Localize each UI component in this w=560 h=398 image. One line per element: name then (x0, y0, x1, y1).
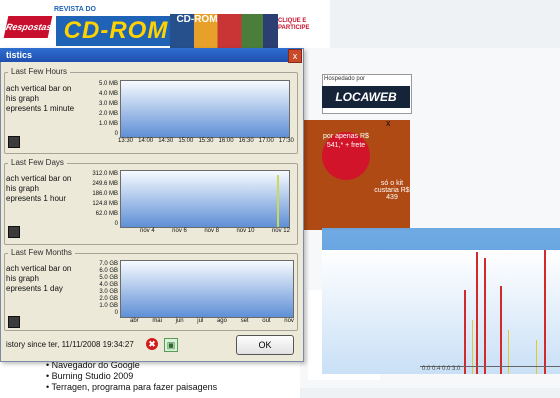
group-title: Last Few Hours (8, 67, 71, 76)
graph-spike (536, 340, 537, 374)
graph-spike (500, 286, 502, 374)
months-graph (120, 260, 294, 318)
graph-spike (464, 290, 466, 374)
section-description: ach vertical bar on his graph epresents … (6, 84, 75, 113)
promo-price-badge: por apenas R$ 541,* + frete (322, 132, 370, 180)
section-description: ach vertical bar on his graph epresents … (6, 174, 72, 203)
snapshot-icon[interactable]: ▣ (164, 338, 178, 352)
list-item[interactable]: • Terragen, programa para fazer paisagen… (46, 382, 217, 393)
download-list: • Navegador do Google • Burning Studio 2… (46, 360, 217, 393)
section-description: ach vertical bar on his graph epresents … (6, 264, 72, 293)
window-title: tistics (6, 50, 33, 60)
magazine-title: CD-ROM (56, 16, 176, 46)
graph-readout: 0.0 0.4 0.0 3.0 (422, 366, 461, 372)
group-title: Last Few Months (8, 248, 75, 257)
magazine-subtitle: REVISTA DO (54, 6, 97, 13)
close-icon[interactable]: x (386, 118, 396, 128)
list-item[interactable]: • Burning Studio 2009 (46, 371, 217, 382)
cover-label: CD-ROM (176, 14, 218, 25)
magazine-logo: Respostas (3, 16, 53, 38)
close-button[interactable]: x (288, 49, 302, 63)
ok-button[interactable]: OK (236, 335, 294, 355)
graph-spike (508, 330, 509, 374)
section-menu-button[interactable] (8, 136, 20, 148)
x-axis-labels: 13:30 14:00 14:30 15:00 15:30 16:00 16:3… (118, 138, 294, 144)
hosted-by-caption: Hospedado por (324, 76, 366, 82)
delete-history-icon[interactable]: ✖ (146, 338, 158, 350)
participate-link[interactable]: CLIQUE E PARTICIPE (278, 18, 322, 32)
graph-spike (484, 258, 486, 374)
x-axis-labels: abr mai jun jul ago set out nov (130, 318, 294, 324)
promo-text: só o kit custaria R$ 439 (374, 180, 410, 201)
locaweb-logo: LOCAWEB (322, 86, 410, 108)
x-axis-labels: nov 4 nov 6 nov 8 nov 10 nov 12 (140, 228, 290, 234)
days-graph (120, 170, 290, 228)
graph-spike (544, 250, 546, 374)
graph-spike (277, 175, 279, 227)
window-titlebar[interactable] (0, 48, 302, 62)
group-title: Last Few Days (8, 158, 67, 167)
graph-spike (476, 252, 478, 374)
graph-window-plot (322, 250, 560, 374)
section-menu-button[interactable] (8, 226, 20, 238)
history-label: istory since ter, 11/11/2008 19:34:27 (6, 340, 134, 349)
hours-graph (120, 80, 290, 138)
section-menu-button[interactable] (8, 316, 20, 328)
